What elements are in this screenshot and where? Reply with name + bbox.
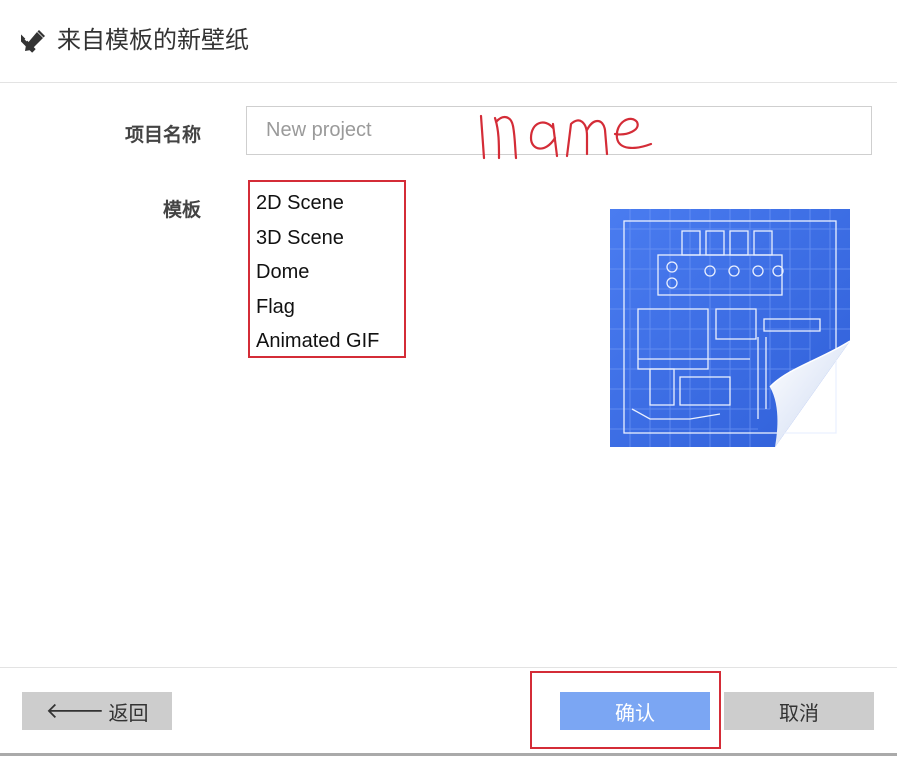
template-item-animated-gif[interactable]: Animated GIF bbox=[256, 324, 404, 359]
template-list: 2D Scene 3D Scene Dome Flag Animated GIF bbox=[248, 180, 406, 358]
dialog-title: 来自模板的新壁纸 bbox=[57, 27, 249, 54]
back-button-label: 返回 bbox=[108, 702, 149, 725]
template-label: 模板 bbox=[162, 200, 201, 221]
pencil-ruler-icon bbox=[21, 30, 45, 53]
project-name-input[interactable] bbox=[246, 106, 872, 155]
new-wallpaper-dialog: 来自模板的新壁纸 项目名称 模板 2D Scene 3D Scene Dome … bbox=[0, 0, 897, 756]
project-name-label: 项目名称 bbox=[124, 125, 201, 146]
template-item-2d-scene[interactable]: 2D Scene bbox=[256, 186, 404, 221]
dialog-header: 来自模板的新壁纸 bbox=[0, 0, 897, 83]
template-item-dome[interactable]: Dome bbox=[256, 255, 404, 290]
cancel-button[interactable]: 取消 bbox=[724, 692, 874, 730]
template-item-flag[interactable]: Flag bbox=[256, 290, 404, 325]
template-item-3d-scene[interactable]: 3D Scene bbox=[256, 221, 404, 256]
arrow-left-icon: 🡐 bbox=[45, 698, 105, 723]
blueprint-preview-icon bbox=[610, 209, 850, 447]
confirm-button[interactable]: 确认 bbox=[560, 692, 710, 730]
back-button[interactable]: 🡐 返回 bbox=[22, 692, 172, 730]
